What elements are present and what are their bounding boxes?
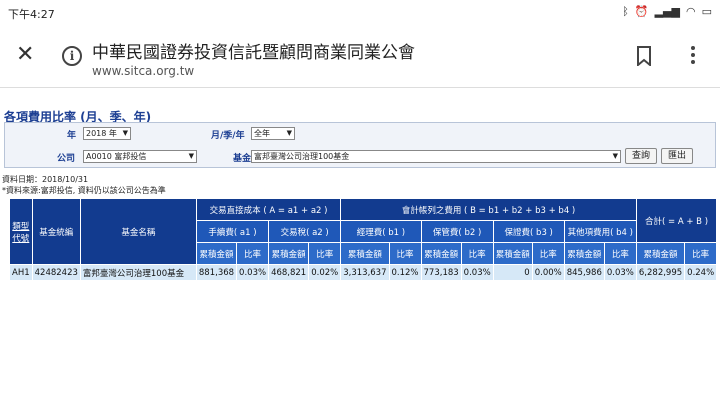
- header-amount: 累積金額: [195, 242, 238, 265]
- cell-b1-ratio: 0.12%: [388, 264, 422, 281]
- data-source-note: *資料來源:富邦投信, 資料仍以該公司公告為準: [2, 186, 166, 195]
- info-icon[interactable]: i: [62, 46, 82, 66]
- wifi-icon: ◠: [685, 5, 696, 18]
- header-mgmt-b1: 經理費( b1 ): [340, 220, 422, 243]
- alarm-icon: ⏰: [634, 5, 649, 18]
- cell-b4-ratio: 0.03%: [603, 264, 637, 281]
- cell-total-amount: 6,282,995: [635, 264, 686, 281]
- year-label: 年: [67, 131, 77, 141]
- cell-b2-amount: 773,183: [420, 264, 462, 281]
- browser-toolbar: ✕ i 中華民國證券投資信託暨顧問商業同業公會 www.sitca.org.tw: [0, 26, 720, 88]
- header-amount: 累積金額: [420, 242, 462, 265]
- cell-a1-amount: 881,368: [195, 264, 238, 281]
- header-amount: 累積金額: [340, 242, 390, 265]
- cell-a2-ratio: 0.02%: [308, 264, 342, 281]
- header-ratio: 比率: [684, 242, 718, 265]
- bookmark-icon[interactable]: [636, 46, 652, 66]
- period-label: 月/季/年: [211, 131, 245, 141]
- header-custody-b2: 保管費( b2 ): [420, 220, 494, 243]
- header-fund-name: 基金名稱: [79, 198, 197, 265]
- cell-b3-ratio: 0.00%: [531, 264, 565, 281]
- cell-category: AH1: [9, 264, 33, 281]
- header-amount: 累積金額: [563, 242, 605, 265]
- header-amount: 累積金額: [635, 242, 686, 265]
- export-button[interactable]: 匯出: [661, 148, 693, 164]
- battery-icon: ▭: [701, 5, 712, 18]
- fee-ratio-table: 類型代號 基金統編 基金名稱 交易直接成本 ( A = a1 + a2 ) 會計…: [9, 198, 718, 281]
- header-account-fees: 會計帳列之費用 ( B = b1 + b2 + b3 + b4 ): [340, 198, 637, 221]
- status-time: 下午4:27: [8, 8, 55, 21]
- fund-label: 基金: [233, 154, 252, 164]
- header-total: 合計( = A + B ): [635, 198, 718, 243]
- data-date: 資料日期：2018/10/31: [2, 175, 89, 184]
- cell-b1-amount: 3,313,637: [340, 264, 390, 281]
- table-row: AH1 42482423 富邦臺灣公司治理100基金 881,368 0.03%…: [9, 264, 718, 281]
- header-fee-a1: 手續費( a1 ): [195, 220, 270, 243]
- header-tax-a2: 交易稅( a2 ): [268, 220, 342, 243]
- cell-a1-ratio: 0.03%: [236, 264, 270, 281]
- more-options-icon[interactable]: [688, 44, 698, 68]
- header-ratio: 比率: [531, 242, 565, 265]
- page-title: 中華民國證券投資信託暨顧問商業同業公會: [92, 43, 415, 63]
- chevron-down-icon: ▼: [188, 152, 194, 160]
- header-guarantee-b3: 保證費( b3 ): [492, 220, 565, 243]
- company-select[interactable]: A0010 富邦投信 ▼: [83, 150, 197, 163]
- header-other-b4: 其他項費用( b4 ): [563, 220, 637, 243]
- cell-b3-amount: 0: [492, 264, 533, 281]
- cell-fund-name: 富邦臺灣公司治理100基金: [79, 264, 197, 281]
- header-ratio: 比率: [236, 242, 270, 265]
- chevron-down-icon: ▼: [122, 129, 128, 137]
- cell-total-ratio: 0.24%: [684, 264, 718, 281]
- header-ratio: 比率: [460, 242, 494, 265]
- status-icons: ᛒ ⏰ ▂▄▆ ◠ ▭: [622, 5, 712, 18]
- cell-b2-ratio: 0.03%: [460, 264, 494, 281]
- query-button[interactable]: 查詢: [625, 148, 657, 164]
- cell-b4-amount: 845,986: [563, 264, 605, 281]
- chevron-down-icon: ▼: [286, 129, 292, 137]
- fund-select[interactable]: 富邦臺灣公司治理100基金 ▼: [251, 150, 621, 163]
- close-icon[interactable]: ✕: [16, 44, 38, 66]
- year-select[interactable]: 2018 年 ▼: [83, 127, 131, 140]
- header-ratio: 比率: [388, 242, 422, 265]
- bluetooth-icon: ᛒ: [622, 5, 629, 18]
- header-direct-cost: 交易直接成本 ( A = a1 + a2 ): [195, 198, 342, 221]
- chevron-down-icon: ▼: [612, 152, 618, 160]
- filter-panel: 年 2018 年 ▼ 月/季/年 全年 ▼ 公司 A0010 富邦投信 ▼ 基金 富邦…: [4, 122, 716, 168]
- cell-fund-code: 42482423: [31, 264, 81, 281]
- header-amount: 累積金額: [492, 242, 533, 265]
- header-ratio: 比率: [308, 242, 342, 265]
- cell-a2-amount: 468,821: [268, 264, 310, 281]
- page-url[interactable]: www.sitca.org.tw: [92, 64, 194, 78]
- header-fund-code: 基金統編: [31, 198, 81, 265]
- header-amount: 累積金額: [268, 242, 310, 265]
- status-bar: 下午4:27 ᛒ ⏰ ▂▄▆ ◠ ▭: [0, 0, 720, 26]
- period-select[interactable]: 全年 ▼: [251, 127, 295, 140]
- header-ratio: 比率: [603, 242, 637, 265]
- signal-icon: ▂▄▆: [654, 5, 680, 18]
- header-category[interactable]: 類型代號: [9, 198, 33, 265]
- company-label: 公司: [57, 154, 76, 164]
